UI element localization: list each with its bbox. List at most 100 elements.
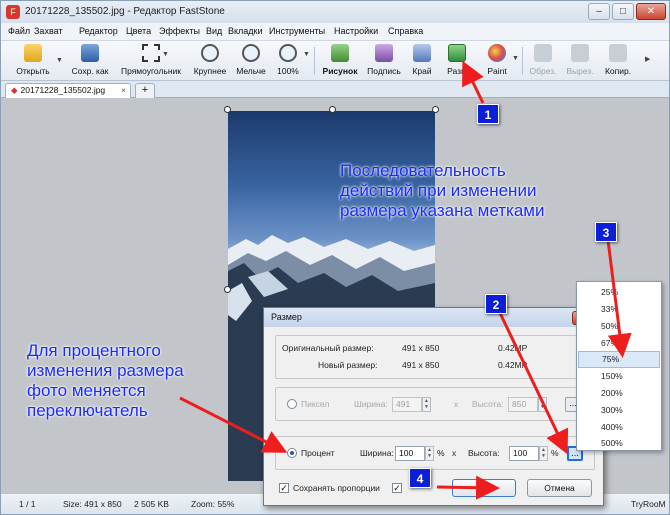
step-badge-3: 3 <box>595 222 617 242</box>
zoom-100-button[interactable]: 100% <box>273 43 303 79</box>
sequence-note-line: размера указана метками <box>340 201 545 220</box>
original-megapixels: 0.42MP <box>498 343 528 353</box>
selection-handle-middle-left[interactable] <box>224 286 231 293</box>
cancel-button[interactable]: Отмена <box>527 479 592 497</box>
original-size-value: 491 x 850 <box>402 343 440 353</box>
resize-button[interactable]: Разм <box>443 43 471 79</box>
dialog-title: Размер <box>264 308 603 327</box>
percent-option[interactable]: 50% <box>578 318 660 335</box>
pixel-height-field[interactable]: 850 <box>508 397 538 412</box>
menu-help[interactable]: Справка <box>388 26 423 36</box>
step-badge-1: 1 <box>477 104 499 124</box>
caption-icon <box>375 44 393 62</box>
menu-settings[interactable]: Настройки <box>334 26 378 36</box>
paint-dropdown-arrow-icon[interactable]: ▼ <box>512 55 519 62</box>
resize-label: Разм <box>447 66 467 76</box>
document-tab-label: 20171228_135502.jpg <box>20 85 106 95</box>
paint-palette-icon <box>488 44 506 62</box>
percent-note-line: переключатель <box>27 401 148 420</box>
second-checkbox[interactable]: ✓ <box>392 483 402 493</box>
menu-tabs[interactable]: Вкладки <box>228 26 263 36</box>
toolbar-separator <box>522 47 523 75</box>
edge-button[interactable]: Край <box>407 43 437 79</box>
zoom-in-button[interactable]: Крупнее <box>190 43 230 79</box>
zoom-dropdown-arrow-icon[interactable]: ▼ <box>303 51 310 58</box>
percent-option[interactable]: 150% <box>578 368 660 385</box>
toolbar-separator <box>314 47 315 75</box>
selection-handle-top-center[interactable] <box>329 106 336 113</box>
caption-button[interactable]: Подпись <box>365 43 403 79</box>
pixel-radio[interactable] <box>287 399 297 409</box>
pixel-width-spinner[interactable]: ▲ ▼ <box>422 397 431 412</box>
more-tools-arrow-icon[interactable]: ▶ <box>645 55 650 63</box>
percent-note-line: фото меняется <box>27 381 146 400</box>
add-tab-button[interactable]: + <box>135 83 155 98</box>
resize-icon <box>448 44 466 62</box>
zoom-level: Zoom: 55% <box>191 499 235 509</box>
open-dropdown-arrow-icon[interactable]: ▼ <box>56 57 63 64</box>
percent-option[interactable]: 300% <box>578 402 660 419</box>
zoom-out-button[interactable]: Мельче <box>233 43 269 79</box>
selection-handle-top-right[interactable] <box>432 106 439 113</box>
zoom-in-label: Крупнее <box>193 66 227 76</box>
menu-file[interactable]: Файл <box>8 26 30 36</box>
keep-proportions-checkbox[interactable]: ✓ <box>279 483 289 493</box>
document-tab[interactable]: ◆ 20171228_135502.jpg × <box>5 83 131 98</box>
percent-width-unit: % <box>437 448 445 458</box>
tab-close-icon[interactable]: × <box>121 84 126 97</box>
percent-option[interactable]: 33% <box>578 301 660 318</box>
menu-effects[interactable]: Эффекты <box>159 26 200 36</box>
draw-button[interactable]: Рисунок <box>319 43 361 79</box>
menu-editor[interactable]: Редактор <box>79 26 118 36</box>
file-size: 2 505 KB <box>134 499 169 509</box>
step-badge-2: 2 <box>485 294 507 314</box>
step-badge-4: 4 <box>409 468 431 488</box>
percent-group: Процент Ширина: 100 ▲ ▼ % x Высота: 100 ▲… <box>275 436 595 470</box>
keep-proportions-label: Сохранять пропорции <box>293 483 380 493</box>
menu-colors[interactable]: Цвета <box>126 26 151 36</box>
percent-option[interactable]: 67% <box>578 335 660 352</box>
percent-option[interactable]: 25% <box>578 284 660 301</box>
percent-height-spinner[interactable]: ▲ ▼ <box>539 446 548 461</box>
percent-radio[interactable] <box>287 448 297 458</box>
menu-capture[interactable]: Захват <box>34 26 63 36</box>
percent-note: Для процентного изменения размера фото м… <box>27 341 184 421</box>
pixel-height-spinner[interactable]: ▲ ▼ <box>538 397 547 412</box>
minimize-button[interactable]: – <box>588 3 610 20</box>
maximize-button[interactable]: □ <box>612 3 634 20</box>
draw-label: Рисунок <box>322 66 358 76</box>
document-tab-bar: ◆ 20171228_135502.jpg × + <box>1 81 669 98</box>
percent-height-unit: % <box>551 448 559 458</box>
sequence-note-line: Последовательность <box>340 161 506 180</box>
percent-option-selected[interactable]: 75% <box>578 351 660 368</box>
percent-height-label: Высота: <box>468 448 500 458</box>
rectangle-dropdown-arrow-icon[interactable]: ▼ <box>162 51 169 58</box>
open-button[interactable]: Открыть <box>11 43 55 79</box>
cut-button[interactable]: Вырез. <box>563 43 597 79</box>
draw-pen-icon <box>331 44 349 62</box>
rectangle-select-button[interactable]: Прямоугольник <box>116 43 186 79</box>
pixel-width-field[interactable]: 491 <box>392 397 422 412</box>
percent-option[interactable]: 500% <box>578 435 660 452</box>
copy-button[interactable]: Копир. <box>601 43 635 79</box>
percent-height-field[interactable]: 100 <box>509 446 539 461</box>
page-indicator: 1 / 1 <box>19 499 36 509</box>
save-as-button[interactable]: Сохр. как <box>67 43 113 79</box>
percent-option[interactable]: 200% <box>578 385 660 402</box>
watermark-text: TryRooM <box>631 499 666 509</box>
percent-width-spinner[interactable]: ▲ ▼ <box>425 446 434 461</box>
percent-option[interactable]: 400% <box>578 419 660 436</box>
paint-button[interactable]: Paint <box>483 43 511 79</box>
selection-handle-top-left[interactable] <box>224 106 231 113</box>
new-megapixels: 0.42MP <box>498 360 528 370</box>
ok-button[interactable]: OK <box>452 479 516 497</box>
crop-button[interactable]: Обрез. <box>526 43 560 79</box>
menu-tools[interactable]: Инструменты <box>269 26 325 36</box>
percent-width-field[interactable]: 100 <box>395 446 425 461</box>
close-button[interactable]: ✕ <box>636 3 666 20</box>
menu-view[interactable]: Вид <box>206 26 222 36</box>
zoom-actual-size-icon <box>279 44 297 62</box>
pixel-height-label: Высота: <box>472 399 504 409</box>
faststone-app-icon: F <box>6 5 20 19</box>
sequence-note-line: действий при изменении <box>340 181 537 200</box>
